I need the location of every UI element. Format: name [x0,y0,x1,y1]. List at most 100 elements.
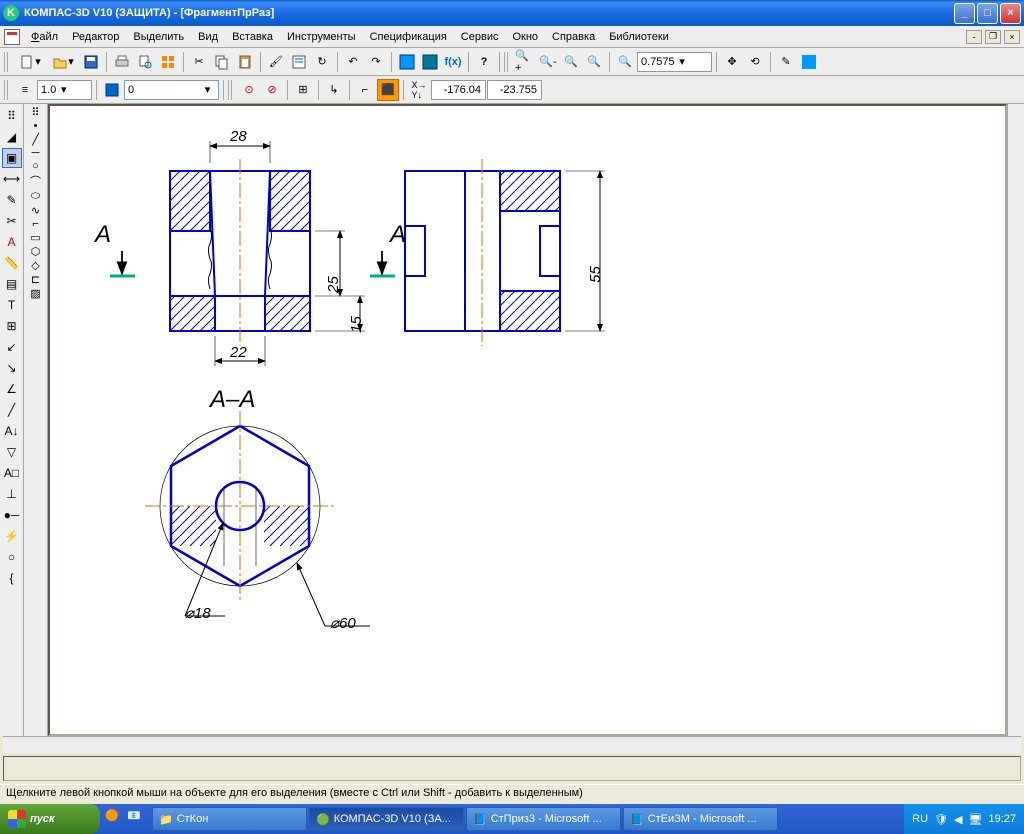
edit-tab[interactable]: ✂ [2,211,22,231]
menu-help[interactable]: Справка [545,29,602,45]
toolbar-grip-2[interactable] [504,52,510,72]
rebuild-button[interactable] [798,51,820,73]
notate-tab[interactable]: ✎ [2,190,22,210]
zoom-in-button[interactable]: 🔍+ [514,51,536,73]
preview-button[interactable] [134,51,156,73]
linestyle-combo[interactable]: 1.0▾ [37,80,92,100]
tp-line[interactable]: ╱ [32,133,39,146]
ortho-button[interactable]: ↳ [323,79,345,101]
tp-equid[interactable]: ⊏ [31,273,40,286]
vertical-scrollbar[interactable] [1007,104,1024,736]
menu-service[interactable]: Сервис [454,29,506,45]
arrow-tab[interactable]: ↘ [2,358,22,378]
aq-tab[interactable]: A□ [2,463,22,483]
layer-color-button[interactable] [101,79,123,101]
system-tray[interactable]: RU 🛡 ◀ 🖥 19:27 [904,804,1024,834]
tp-grip[interactable]: ⠿ [31,106,39,119]
repaint-button[interactable]: ✎ [775,51,797,73]
fx-button[interactable]: f(x) [442,51,464,73]
drawing-canvas[interactable]: А А А–А 28 22 25 15 55 ⌀18 ⌀60 [48,104,1007,736]
dims-tab[interactable]: ⟷ [2,169,22,189]
task-word1[interactable]: 📘СтПриз3 - Microsoft ... [466,807,621,831]
refresh-button[interactable]: ↻ [311,51,333,73]
toolbar-grip[interactable] [4,52,10,72]
snap-button[interactable]: ⊙ [238,79,260,101]
tp-chamfer[interactable]: ⌐ [32,218,38,230]
properties-button[interactable] [288,51,310,73]
mdi-restore-button[interactable]: ❐ [985,30,1001,44]
coord-y-field[interactable]: -23.755 [487,80,542,100]
document-icon[interactable] [4,29,20,45]
menu-insert[interactable]: Вставка [225,29,280,45]
zoom-out-button[interactable]: 🔍- [537,51,559,73]
property-panel[interactable] [3,756,1021,781]
undo-button[interactable]: ↶ [342,51,364,73]
close-button[interactable]: × [1000,3,1021,24]
tp-point[interactable]: • [34,120,38,132]
help-button[interactable]: ? [473,51,495,73]
tp-contour[interactable]: ◇ [31,259,39,272]
table-tab[interactable]: ⊞ [2,316,22,336]
coord-x-field[interactable]: -176.04 [431,80,486,100]
menu-view[interactable]: Вид [191,29,225,45]
tp-poly[interactable]: ⬡ [31,245,41,258]
menu-spec[interactable]: Спецификация [363,29,454,45]
measure-tab[interactable]: 📏 [2,253,22,273]
zoom-scale-button[interactable]: 🔍 [614,51,636,73]
brush-button[interactable]: 🖌 [265,51,287,73]
zoom-window-button[interactable]: 🔍 [560,51,582,73]
variables-button[interactable] [419,51,441,73]
tp-arc[interactable]: ⌒ [30,173,41,189]
manager-button[interactable] [396,51,418,73]
tp-ellipse[interactable]: ⬭ [31,190,40,203]
tp-hatch[interactable]: ▨ [30,287,40,300]
snap-disable-button[interactable]: ⊘ [261,79,283,101]
open-button[interactable]: ▾ [47,51,79,73]
tray-icon-3[interactable]: 🖥 [969,813,983,826]
tp-rect[interactable]: ▭ [30,231,40,244]
t5-tab[interactable]: { [2,568,22,588]
at-tab[interactable]: A↓ [2,421,22,441]
horizontal-scrollbar[interactable] [3,736,1021,753]
text-tab[interactable]: T [2,295,22,315]
t3-tab[interactable]: ⚡ [2,526,22,546]
task-word2[interactable]: 📘СтЕиЗМ - Microsoft ... [623,807,778,831]
layout-button[interactable] [157,51,179,73]
spec-tab[interactable]: ▤ [2,274,22,294]
pan-button[interactable]: ✥ [721,51,743,73]
mdi-minimize-button[interactable]: - [966,30,982,44]
select-tab[interactable]: ▣ [2,148,22,168]
compact-grip[interactable]: ⠿ [2,106,22,126]
angle-tab[interactable]: ∠ [2,379,22,399]
clock[interactable]: 19:27 [988,813,1016,825]
menu-editor[interactable]: Редактор [65,29,126,45]
leader-tab[interactable]: ↙ [2,337,22,357]
param-tab[interactable]: A [2,232,22,252]
cut-button[interactable]: ✂ [188,51,210,73]
task-kompas[interactable]: 🟢КОМПАС-3D V10 (ЗА... [309,807,464,831]
tp-seg[interactable]: ─ [32,147,40,159]
menu-tools[interactable]: Инструменты [280,29,363,45]
menu-window[interactable]: Окно [505,29,545,45]
zoom-fit-button[interactable]: 🔍 [583,51,605,73]
t2-tab[interactable]: ●─ [2,505,22,525]
tri-tab[interactable]: ▽ [2,442,22,462]
quicklaunch-icon-2[interactable]: 📧 [127,809,147,829]
tray-icon-2[interactable]: ◀ [954,813,962,826]
quicklaunch-icon-1[interactable]: 🟠 [105,809,125,829]
toolbar-grip-3[interactable] [4,80,10,100]
rotate-button[interactable]: ⟲ [744,51,766,73]
linestyle-button[interactable]: ≡ [14,79,36,101]
zoom-combo[interactable]: 0.7575▾ [637,52,712,72]
menu-select[interactable]: Выделить [126,29,191,45]
tray-icon-1[interactable]: 🛡 [934,813,948,826]
layer-combo[interactable]: 0▾ [124,80,219,100]
grid-button[interactable]: ⊞ [292,79,314,101]
lcs-button[interactable]: ⬛ [377,79,399,101]
lang-indicator[interactable]: RU [912,813,928,825]
t4-tab[interactable]: ○ [2,547,22,567]
redo-button[interactable]: ↷ [365,51,387,73]
menu-file[interactable]: Файл [24,29,65,45]
minimize-button[interactable]: _ [954,3,975,24]
start-button[interactable]: пуск [0,804,100,834]
